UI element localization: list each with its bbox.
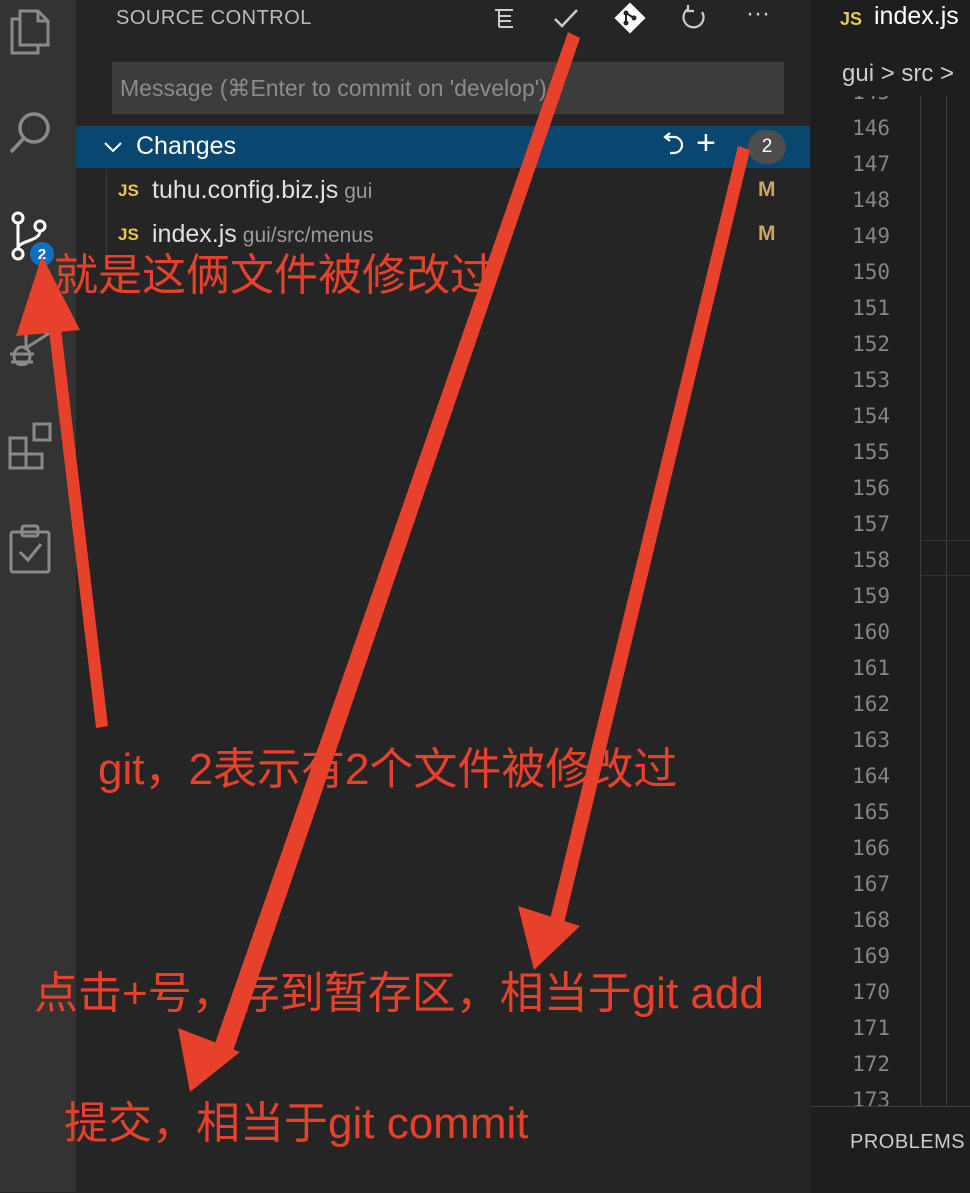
line-number: 165 [852, 800, 890, 824]
annotation-commit: 提交，相当于git commit [64, 1099, 529, 1148]
breadcrumb[interactable]: gui > src > [842, 60, 954, 88]
commit-check-icon[interactable] [546, 0, 586, 36]
line-number: 159 [852, 584, 890, 608]
git-icon[interactable] [610, 0, 650, 36]
debug-icon[interactable] [0, 310, 60, 370]
file-name: index.js gui/src/menus [152, 220, 374, 248]
line-number: 158 [852, 548, 890, 572]
extensions-icon[interactable] [0, 414, 60, 474]
tasks-icon[interactable] [0, 518, 60, 578]
indent-guide [946, 96, 947, 1106]
line-number: 164 [852, 764, 890, 788]
line-number: 150 [852, 260, 890, 284]
line-number: 156 [852, 476, 890, 500]
line-number: 151 [852, 296, 890, 320]
file-name: tuhu.config.biz.js gui [152, 176, 373, 204]
annotation-stage: 点击+号，存到暂存区，相当于git add [34, 969, 764, 1018]
line-number: 171 [852, 1016, 890, 1040]
annotation-modified-files: 就是这俩文件被修改过 [54, 251, 494, 300]
sidebar-header: SOURCE CONTROL ··· [76, 0, 810, 36]
line-number: 148 [852, 188, 890, 212]
line-number: 155 [852, 440, 890, 464]
line-number: 166 [852, 836, 890, 860]
line-number: 146 [852, 116, 890, 140]
tree-view-icon[interactable] [484, 0, 524, 36]
line-number: 149 [852, 224, 890, 248]
stage-all-icon[interactable]: + [696, 126, 716, 160]
modified-status: M [758, 222, 776, 245]
line-number: 157 [852, 512, 890, 536]
line-number: 168 [852, 908, 890, 932]
file-path: gui [344, 180, 373, 203]
line-number: 153 [852, 368, 890, 392]
commit-message-input[interactable] [112, 62, 784, 114]
line-number: 154 [852, 404, 890, 428]
modified-status: M [758, 178, 776, 201]
javascript-file-icon: JS [840, 9, 863, 29]
line-number: 162 [852, 692, 890, 716]
line-number: 145 [810, 96, 890, 104]
sidebar-title: SOURCE CONTROL [116, 7, 312, 29]
tab-index-js[interactable]: JS index.js [810, 0, 970, 52]
tab-strip: JS index.js [810, 0, 970, 52]
line-number: 161 [852, 656, 890, 680]
source-control-badge: 2 [28, 240, 56, 268]
current-line-highlight [920, 540, 970, 576]
files-icon[interactable] [0, 2, 60, 62]
line-number: 167 [852, 872, 890, 896]
chevron-down-icon [104, 142, 122, 153]
bottom-panel: PROBLEMS [810, 1106, 970, 1193]
list-item[interactable]: JS tuhu.config.biz.js gui M [76, 170, 810, 214]
more-icon[interactable]: ··· [738, 0, 778, 32]
search-icon[interactable] [0, 102, 60, 162]
changes-label: Changes [136, 132, 237, 160]
line-number: 169 [852, 944, 890, 968]
annotation-git-badge: git，2表示有2个文件被修改过 [98, 745, 678, 794]
changes-section-header[interactable]: Changes + 2 [76, 126, 810, 168]
tab-label: index.js [874, 2, 959, 30]
line-number: 172 [852, 1052, 890, 1076]
editor-area: JS index.js gui > src > 1451461471481491… [810, 0, 970, 1193]
discard-icon[interactable] [658, 131, 686, 170]
javascript-file-icon: JS [118, 181, 139, 200]
changes-count-badge: 2 [748, 130, 786, 164]
line-number: 147 [852, 152, 890, 176]
line-number: 173 [852, 1088, 890, 1106]
line-number: 160 [852, 620, 890, 644]
refresh-icon[interactable] [674, 0, 714, 36]
line-number: 170 [852, 980, 890, 1004]
line-number: 163 [852, 728, 890, 752]
indent-guide [920, 96, 921, 1106]
line-number: 152 [852, 332, 890, 356]
tab-problems[interactable]: PROBLEMS [850, 1131, 965, 1154]
line-number-gutter: 145 146 147 148 149 150 151 152 153 154 155 156 157 1… [810, 96, 920, 1106]
file-path: gui/src/menus [242, 224, 374, 247]
javascript-file-icon: JS [118, 225, 139, 244]
